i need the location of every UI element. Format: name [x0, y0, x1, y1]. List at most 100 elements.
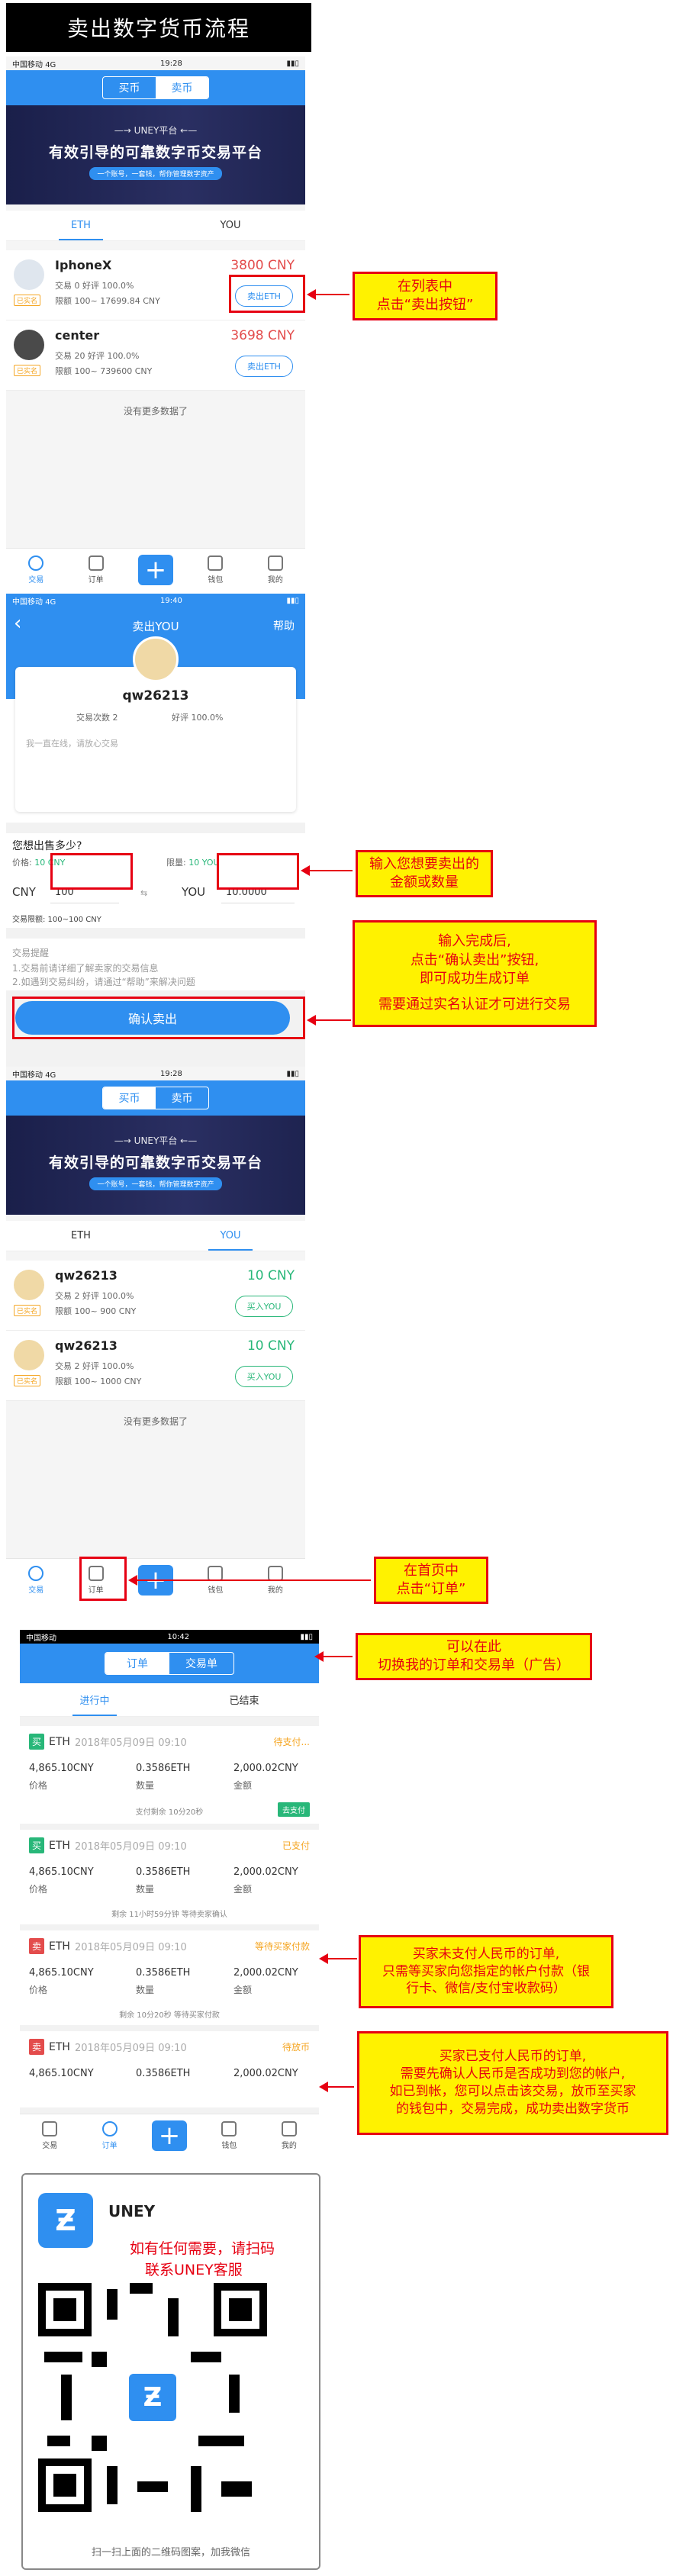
- promo-banner[interactable]: —→ UNEY平台 ←— 有效引导的可靠数字币交易平台 一个账号，一套钱，帮你管…: [6, 105, 305, 204]
- nav-wallet[interactable]: 钱包: [199, 2114, 259, 2156]
- nav-me[interactable]: 我的: [259, 2114, 319, 2156]
- qr-caption: 扫一扫上面的二维码图案，加我微信: [91, 2547, 250, 2558]
- page-title: 卖出数字货币流程: [6, 3, 311, 52]
- arrow: [301, 865, 353, 876]
- swap-icon: ⇆: [140, 888, 148, 898]
- sell-eth-button[interactable]: 卖出ETH: [235, 356, 293, 377]
- screen-sell-form: 中国移动 4G 19:40 ▮▮▯ ‹ 卖出YOU 帮助 qw26213 交易次数…: [6, 594, 305, 1067]
- nav-trade[interactable]: 交易: [6, 549, 66, 591]
- avatar: [14, 330, 44, 360]
- tab-sell[interactable]: 卖币: [156, 1087, 208, 1109]
- order-card[interactable]: 买 ETH 2018年05月09日 09:10 待支付... 4,865.10CNY…: [20, 1726, 319, 1824]
- seller-stats: 交易 20 好评 100.0%: [55, 351, 140, 361]
- tab-sell[interactable]: 卖币: [156, 77, 208, 98]
- arrow: [128, 1575, 371, 1586]
- no-more-data: 没有更多数据了: [123, 406, 188, 417]
- avatar: [14, 259, 44, 290]
- order-countdown: 剩余 11小时59分钟 等待卖家确认: [111, 1911, 227, 1919]
- arrow: [307, 289, 349, 300]
- order-status: 待支付...: [273, 1737, 310, 1747]
- order-card[interactable]: 卖 ETH 2018年05月09日 09:10 等待买家付款 4,865.10CNY…: [20, 1930, 319, 2025]
- tip-line: 1.交易前请详细了解卖家的交易信息: [12, 963, 159, 974]
- nav-trade[interactable]: 交易: [20, 2114, 79, 2156]
- list-item[interactable]: 已实名 qw26213 交易 2 好评 100.0% 限额 100~ 900 C…: [6, 1261, 305, 1331]
- order-price: 4,865.10CNY 价格: [29, 1763, 94, 1791]
- order-qty: 0.3586ETH: [136, 2068, 191, 2079]
- note-unpaid-orders: 买家未支付人民币的订单, 只需等买家向您指定的帐户付款（银 行卡、微信/支付宝收款码…: [359, 1935, 613, 2008]
- tips-title: 交易提醒: [12, 948, 50, 958]
- tab-finished[interactable]: 已结束: [169, 1683, 319, 1716]
- avatar: [14, 1340, 44, 1370]
- tab-buy[interactable]: 买币: [103, 1087, 156, 1109]
- tab-you[interactable]: YOU: [156, 1221, 305, 1251]
- help-link[interactable]: 帮助: [273, 618, 295, 633]
- nav-me[interactable]: 我的: [246, 549, 305, 591]
- price: 3698 CNY: [230, 328, 295, 343]
- trade-icon: [28, 555, 44, 571]
- tab-eth[interactable]: ETH: [6, 1221, 156, 1251]
- bottom-nav: 交易 订单 + 钱包 我的: [20, 2114, 319, 2156]
- limit-info: 限量: 10 YOU: [166, 858, 220, 868]
- nav-wallet[interactable]: 钱包: [185, 549, 245, 591]
- banner-headline: 有效引导的可靠数字币交易平台: [48, 144, 262, 161]
- buy-you-button[interactable]: 买入YOU: [235, 1296, 293, 1317]
- note-click-orders: 在首页中 点击“订单”: [374, 1557, 488, 1604]
- user-name: qw26213: [122, 688, 189, 704]
- trade-icon: [42, 2120, 58, 2136]
- orders-icon: [101, 2120, 118, 2136]
- buy-badge: 买: [29, 1734, 45, 1750]
- seller-name: qw26213: [55, 1338, 118, 1353]
- status-bar: 中国移动 4G 19:28 ▮▮▯: [12, 1069, 299, 1080]
- nav-add[interactable]: +: [126, 549, 185, 591]
- tab-trade-ads[interactable]: 交易单: [169, 1653, 233, 1674]
- seller-note: 我一直在线，请放心交易: [26, 739, 118, 749]
- nav-add[interactable]: +: [140, 2114, 199, 2156]
- order-date: 2018年05月09日 09:10: [74, 1942, 187, 1953]
- promo-banner[interactable]: —→ UNEY平台 ←— 有效引导的可靠数字币交易平台 一个账号，一套钱，帮你管…: [6, 1116, 305, 1215]
- sell-badge: 卖: [29, 2039, 45, 2055]
- order-price: 4,865.10CNY 价格: [29, 1866, 94, 1895]
- order-date: 2018年05月09日 09:10: [74, 1841, 187, 1853]
- banner-pill: 一个账号，一套钱，帮你管理数字资产: [89, 1177, 222, 1190]
- order-coin: ETH: [49, 1839, 70, 1852]
- highlight-sell-button: [229, 275, 305, 313]
- tab-you[interactable]: YOU: [156, 211, 305, 240]
- you-label: YOU: [182, 885, 206, 899]
- qr-center-logo-icon: Ƶ: [126, 2371, 179, 2424]
- pay-button[interactable]: 去支付: [278, 1802, 310, 1817]
- note-switch-tabs: 可以在此 切换我的订单和交易单（广告）: [356, 1633, 592, 1680]
- tab-eth[interactable]: ETH: [6, 211, 156, 240]
- order-card[interactable]: 卖 ETH 2018年05月09日 09:10 待放币 4,865.10CNY 0.…: [20, 2031, 319, 2107]
- highlight-you-field: [217, 853, 299, 890]
- order-type-toggle[interactable]: 订单 交易单: [105, 1652, 234, 1675]
- status-bar: 中国移动 10:42 ▮▮▯: [20, 1630, 319, 1644]
- list-item[interactable]: 已实名 qw26213 交易 2 好评 100.0% 限额 100~ 1000 …: [6, 1331, 305, 1401]
- price: 3800 CNY: [230, 258, 295, 273]
- screen-sell-list: 中国移动 4G 19:28 ▮▮▯ 买币 卖币 —→ UNEY平台 ←— 有效引…: [6, 56, 305, 591]
- tab-my-orders[interactable]: 订单: [105, 1653, 169, 1674]
- order-card[interactable]: 买 ETH 2018年05月09日 09:10 已支付 4,865.10CNY 价格 …: [20, 1830, 319, 1924]
- user-card: qw26213 交易次数 2 好评 100.0% 我一直在线，请放心交易: [15, 636, 296, 812]
- price: 10 CNY: [246, 1268, 295, 1283]
- order-coin: ETH: [49, 1735, 70, 1748]
- tab-in-progress[interactable]: 进行中: [20, 1683, 169, 1716]
- tip-line: 2.如遇到交易纠纷，请通过“帮助”来解决问题: [12, 977, 195, 987]
- list-item[interactable]: 已实名 center 交易 20 好评 100.0% 限额 100~ 73960…: [6, 320, 305, 391]
- nav-orders[interactable]: 订单: [79, 2114, 139, 2156]
- nav-trade[interactable]: 交易: [6, 1559, 66, 1601]
- order-status: 已支付: [282, 1840, 310, 1851]
- banner-small-text: —→ UNEY平台 ←—: [114, 125, 198, 136]
- buy-sell-toggle[interactable]: 买币 卖币: [102, 1087, 209, 1109]
- wallet-icon: [208, 1565, 224, 1581]
- bottom-nav: 交易 订单 + 钱包 我的: [6, 548, 305, 591]
- trade-limit: 交易限额: 100~100 CNY: [12, 916, 101, 924]
- orders-icon: [88, 555, 104, 571]
- tab-buy[interactable]: 买币: [103, 77, 156, 98]
- order-amount: 2,000.02CNY 金额: [233, 1866, 298, 1895]
- buy-sell-toggle[interactable]: 买币 卖币: [102, 76, 209, 99]
- nav-orders[interactable]: 订单: [66, 549, 125, 591]
- user-icon: [267, 555, 283, 571]
- buy-you-button[interactable]: 买入YOU: [235, 1366, 293, 1387]
- arrow: [314, 1651, 353, 1662]
- trade-icon: [28, 1565, 44, 1581]
